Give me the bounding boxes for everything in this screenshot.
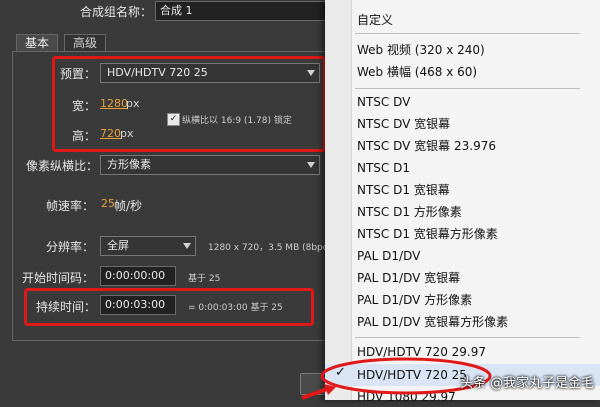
menu-item-pal-d1dv[interactable]: PAL D1/DV <box>357 246 420 266</box>
resolution-value: 全屏 <box>107 239 129 252</box>
menu-item-ntsc-dv[interactable]: NTSC DV <box>357 92 410 112</box>
menu-item-ntsc-d1-square[interactable]: NTSC D1 方形像素 <box>357 202 462 222</box>
pixel-aspect-dropdown[interactable]: 方形像素 <box>100 155 320 175</box>
tab-basic[interactable]: 基本 <box>16 34 59 52</box>
tab-advanced[interactable]: 高级 <box>64 34 107 52</box>
pixel-aspect-label: 像素纵横比： <box>26 159 99 173</box>
start-timecode-label: 开始时间码： <box>22 271 95 285</box>
preset-highlight-box <box>52 56 326 152</box>
menu-item-ntsc-d1-wide[interactable]: NTSC D1 宽银幕 <box>357 180 450 200</box>
comp-name-label: 合成组名称： <box>80 5 153 19</box>
menu-item-pal-d1dv-wide-square[interactable]: PAL D1/DV 宽银幕方形像素 <box>357 312 508 332</box>
menu-separator <box>355 33 580 34</box>
comp-name-input[interactable]: 合成 1 <box>155 1 330 21</box>
menu-item-custom[interactable]: 自定义 <box>357 10 393 30</box>
frame-rate-value[interactable]: 25 <box>101 197 115 210</box>
resolution-info: 1280 x 720，3.5 MB (8bpc/ <box>208 243 331 253</box>
menu-separator <box>355 88 580 89</box>
chevron-down-icon <box>307 162 315 168</box>
pixel-aspect-value: 方形像素 <box>107 158 151 171</box>
menu-item-ntsc-d1[interactable]: NTSC D1 <box>357 158 410 178</box>
resolution-dropdown[interactable]: 全屏 <box>100 236 196 256</box>
start-timecode-note: 基于 25 <box>188 274 221 284</box>
menu-item-pal-d1dv-wide[interactable]: PAL D1/DV 宽银幕 <box>357 268 460 288</box>
preset-menu: 自定义 Web 视频 (320 x 240) Web 横幅 (468 x 60)… <box>325 0 600 404</box>
resolution-label: 分辨率： <box>46 240 95 254</box>
watermark-text: 头条 @我家丸子是金毛 <box>460 376 595 391</box>
frame-rate-unit: 帧/秒 <box>114 199 143 213</box>
menu-separator <box>355 337 580 338</box>
menu-item-web-banner[interactable]: Web 横幅 (468 x 60) <box>357 62 477 82</box>
frame-rate-label: 帧速率： <box>46 199 95 213</box>
menu-item-web-video[interactable]: Web 视频 (320 x 240) <box>357 40 485 60</box>
chevron-down-icon <box>183 243 191 249</box>
start-timecode-input[interactable]: 0:00:00:00 <box>100 266 176 286</box>
duration-highlight-box <box>24 288 314 326</box>
menu-gutter <box>325 0 352 400</box>
menu-item-ntsc-d1-wide-square[interactable]: NTSC D1 宽银幕方形像素 <box>357 224 498 244</box>
menu-item-ntsc-dv-wide[interactable]: NTSC DV 宽银幕 <box>357 114 450 134</box>
menu-item-pal-d1dv-square[interactable]: PAL D1/DV 方形像素 <box>357 290 472 310</box>
menu-item-ntsc-dv-wide-23976[interactable]: NTSC DV 宽银幕 23.976 <box>357 136 496 156</box>
arrow-icon <box>301 384 336 400</box>
